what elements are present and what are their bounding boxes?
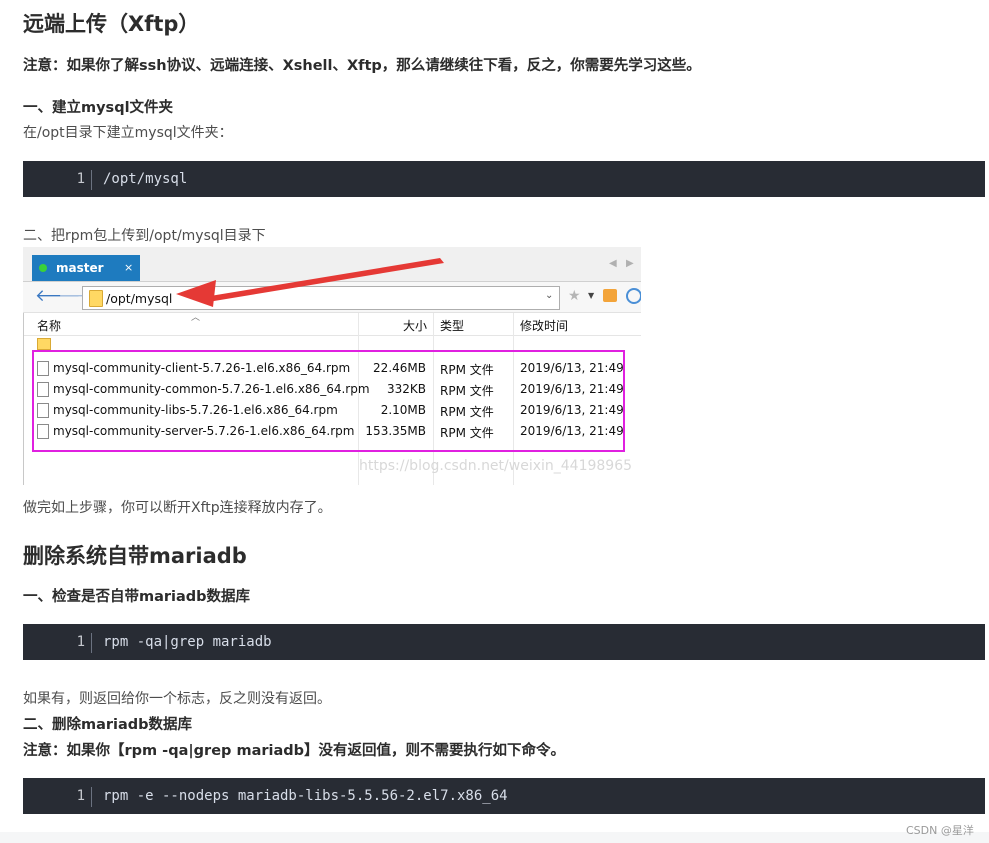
footer-author: CSDN @星洋 (906, 824, 974, 837)
arrow-head (176, 280, 216, 307)
step-title-create-folder: 一、建立mysql文件夹 (23, 100, 174, 116)
code-text: /opt/mysql (103, 171, 188, 187)
page-footer-bar (0, 832, 989, 843)
code-block-remove: 1 rpm -e --nodeps mariadb-libs-5.5.56-2.… (23, 778, 985, 814)
code-block-check: 1 rpm -qa|grep mariadb (23, 624, 985, 660)
step-text: 在/opt目录下建立mysql文件夹： (23, 125, 233, 141)
line-number: 1 (51, 633, 92, 653)
line-number: 1 (51, 787, 92, 807)
code-text: rpm -qa|grep mariadb (103, 634, 272, 650)
step-title-delete: 二、删除mariadb数据库 (23, 717, 193, 733)
annotation-arrow (176, 258, 444, 307)
xftp-screenshot: master × ◀ ▶ 🡐 🡒 /opt/mysql ⌄ ★ ▼ 名称 ︿ 大… (23, 247, 641, 485)
step-title-check: 一、检查是否自带mariadb数据库 (23, 589, 251, 605)
after-step-text: 做完如上步骤，你可以断开Xftp连接释放内存了。 (23, 500, 332, 516)
step-text-upload: 二、把rpm包上传到/opt/mysql目录下 (23, 228, 266, 244)
note-text: 注意：如果你了解ssh协议、远端连接、Xshell、Xftp，那么请继续往下看，… (23, 58, 701, 74)
return-text: 如果有，则返回给你一个标志，反之则没有返回。 (23, 691, 331, 707)
code-block-mkdir: 1 /opt/mysql (23, 161, 985, 197)
code-text: rpm -e --nodeps mariadb-libs-5.5.56-2.el… (103, 788, 508, 804)
section-title-remove: 删除系统自带mariadb (23, 544, 247, 568)
section-title-upload: 远端上传（Xftp） (23, 12, 200, 36)
line-number: 1 (51, 170, 92, 190)
note-text-2: 注意：如果你【rpm -qa|grep mariadb】没有返回值，则不需要执行… (23, 743, 566, 759)
arrow-shaft (204, 258, 444, 302)
